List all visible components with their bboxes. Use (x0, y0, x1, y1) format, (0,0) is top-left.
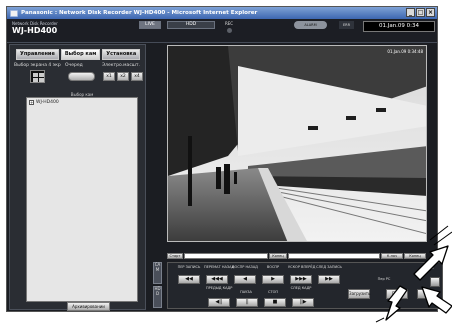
pointer-arrows-icon (375, 225, 452, 323)
